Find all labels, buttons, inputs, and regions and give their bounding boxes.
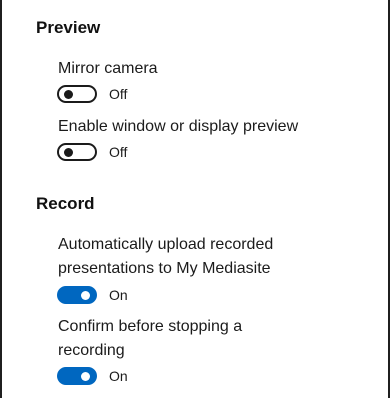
toggle-knob	[81, 372, 90, 381]
mirror-camera-toggle-row: Off	[57, 83, 127, 105]
confirm-stop-label-line2: recording	[58, 342, 125, 359]
auto-upload-state: On	[109, 287, 128, 303]
preview-section-title: Preview	[36, 18, 101, 37]
panel-left-border	[0, 0, 2, 398]
toggle-knob	[64, 148, 73, 157]
toggle-knob	[64, 90, 73, 99]
record-section-title: Record	[36, 194, 95, 213]
auto-upload-toggle-row: On	[57, 284, 128, 306]
window-preview-toggle[interactable]	[57, 143, 97, 161]
confirm-stop-toggle-row: On	[57, 365, 128, 387]
mirror-camera-label: Mirror camera	[58, 60, 158, 77]
mirror-camera-toggle[interactable]	[57, 85, 97, 103]
toggle-knob	[81, 291, 90, 300]
window-preview-toggle-row: Off	[57, 141, 127, 163]
auto-upload-label-line2: presentations to My Mediasite	[58, 260, 271, 277]
confirm-stop-state: On	[109, 368, 128, 384]
auto-upload-label-line1: Automatically upload recorded	[58, 236, 274, 253]
confirm-stop-toggle[interactable]	[57, 367, 97, 385]
window-preview-state: Off	[109, 144, 128, 160]
auto-upload-toggle[interactable]	[57, 286, 97, 304]
mirror-camera-state: Off	[109, 86, 128, 102]
window-preview-label: Enable window or display preview	[58, 118, 299, 135]
confirm-stop-label-line1: Confirm before stopping a	[58, 318, 243, 335]
